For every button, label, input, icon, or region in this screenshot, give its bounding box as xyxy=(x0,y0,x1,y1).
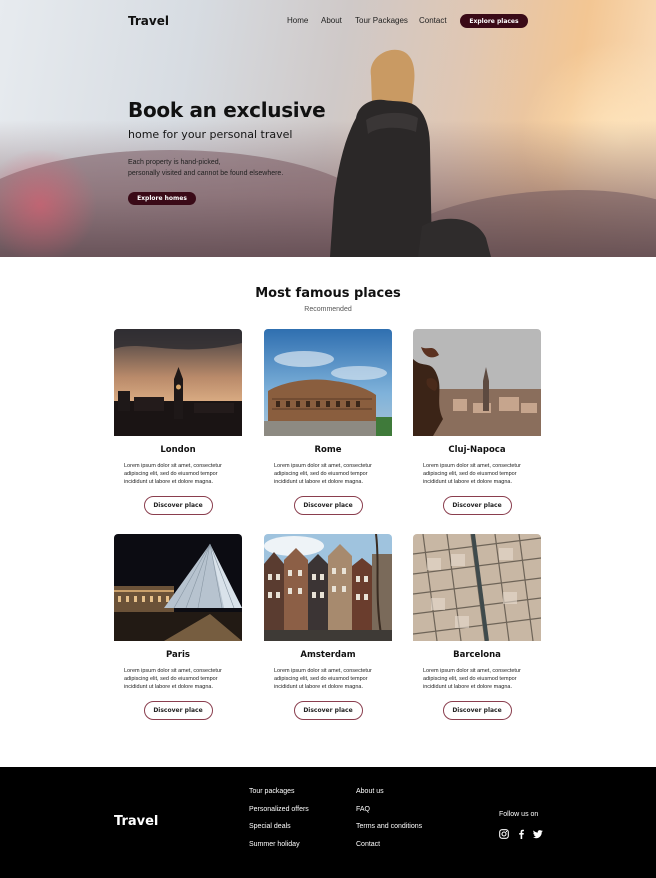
london-image[interactable] xyxy=(114,329,242,436)
card-description: Lorem ipsum dolor sit amet, consectetur … xyxy=(124,668,222,690)
discover-place-button[interactable]: Discover place xyxy=(293,496,363,515)
footer-link-terms[interactable]: Terms and conditions xyxy=(356,823,422,841)
place-card-cluj-napoca: Cluj-Napoca Lorem ipsum dolor sit amet, … xyxy=(413,329,541,515)
place-card-barcelona: Barcelona Lorem ipsum dolor sit amet, co… xyxy=(413,534,541,720)
nav-home[interactable]: Home xyxy=(287,16,308,25)
discover-place-button[interactable]: Discover place xyxy=(442,701,512,720)
footer-link-faq[interactable]: FAQ xyxy=(356,806,422,824)
card-city: London xyxy=(160,445,196,455)
card-description: Lorem ipsum dolor sit amet, consectetur … xyxy=(423,668,521,690)
place-card-london: London Lorem ipsum dolor sit amet, conse… xyxy=(114,329,242,515)
facebook-icon[interactable] xyxy=(516,824,526,839)
hero-description: Each property is hand-picked, personally… xyxy=(128,157,318,179)
discover-place-button[interactable]: Discover place xyxy=(143,496,213,515)
footer-link-personalized-offers[interactable]: Personalized offers xyxy=(249,806,309,824)
site-logo[interactable]: Travel xyxy=(128,14,169,28)
card-city: Barcelona xyxy=(453,650,501,660)
place-card-paris: Paris Lorem ipsum dolor sit amet, consec… xyxy=(114,534,242,720)
section-subtitle: Recommended xyxy=(304,306,352,313)
hero-subtitle: home for your personal travel xyxy=(128,128,293,141)
discover-place-button[interactable]: Discover place xyxy=(293,701,363,720)
nav-contact[interactable]: Contact xyxy=(419,16,447,25)
rome-image[interactable] xyxy=(264,329,392,436)
nav-about[interactable]: About xyxy=(321,16,342,25)
discover-place-button[interactable]: Discover place xyxy=(442,496,512,515)
explore-places-button[interactable]: Explore places xyxy=(460,14,528,28)
hero-description-line-2: personally visited and cannot be found e… xyxy=(128,170,284,177)
hero-title: Book an exclusive xyxy=(128,98,326,122)
nav-tour-packages[interactable]: Tour Packages xyxy=(355,16,408,25)
hero-description-line-1: Each property is hand-picked, xyxy=(128,159,221,166)
card-description: Lorem ipsum dolor sit amet, consectetur … xyxy=(423,463,521,485)
section-title: Most famous places xyxy=(255,286,401,301)
footer-link-tour-packages[interactable]: Tour packages xyxy=(249,788,309,806)
place-card-rome: Rome Lorem ipsum dolor sit amet, consect… xyxy=(264,329,392,515)
amsterdam-image[interactable] xyxy=(264,534,392,641)
explore-homes-button[interactable]: Explore homes xyxy=(128,192,196,205)
follow-us-label: Follow us on xyxy=(499,811,539,818)
footer-link-summer-holiday[interactable]: Summer holiday xyxy=(249,841,309,859)
footer-link-about-us[interactable]: About us xyxy=(356,788,422,806)
hero-person-image xyxy=(330,49,491,257)
social-links xyxy=(499,824,543,839)
card-city: Amsterdam xyxy=(300,650,356,660)
footer-links-column-2: About us FAQ Terms and conditions Contac… xyxy=(356,788,422,858)
footer-logo[interactable]: Travel xyxy=(114,814,158,829)
footer-link-special-deals[interactable]: Special deals xyxy=(249,823,309,841)
cluj-napoca-image[interactable] xyxy=(413,329,541,436)
card-description: Lorem ipsum dolor sit amet, consectetur … xyxy=(274,668,372,690)
place-card-amsterdam: Amsterdam Lorem ipsum dolor sit amet, co… xyxy=(264,534,392,720)
paris-image[interactable] xyxy=(114,534,242,641)
hero-section: Travel Home About Tour Packages Contact … xyxy=(0,0,656,257)
card-city: Rome xyxy=(314,445,342,455)
card-description: Lorem ipsum dolor sit amet, consectetur … xyxy=(274,463,372,485)
card-city: Paris xyxy=(166,650,190,660)
barcelona-image[interactable] xyxy=(413,534,541,641)
footer: Travel Tour packages Personalized offers… xyxy=(0,767,656,878)
twitter-icon[interactable] xyxy=(533,824,543,839)
footer-link-contact[interactable]: Contact xyxy=(356,841,422,859)
card-city: Cluj-Napoca xyxy=(448,445,506,455)
instagram-icon[interactable] xyxy=(499,824,509,839)
card-description: Lorem ipsum dolor sit amet, consectetur … xyxy=(124,463,222,485)
footer-links-column-1: Tour packages Personalized offers Specia… xyxy=(249,788,309,858)
discover-place-button[interactable]: Discover place xyxy=(143,701,213,720)
